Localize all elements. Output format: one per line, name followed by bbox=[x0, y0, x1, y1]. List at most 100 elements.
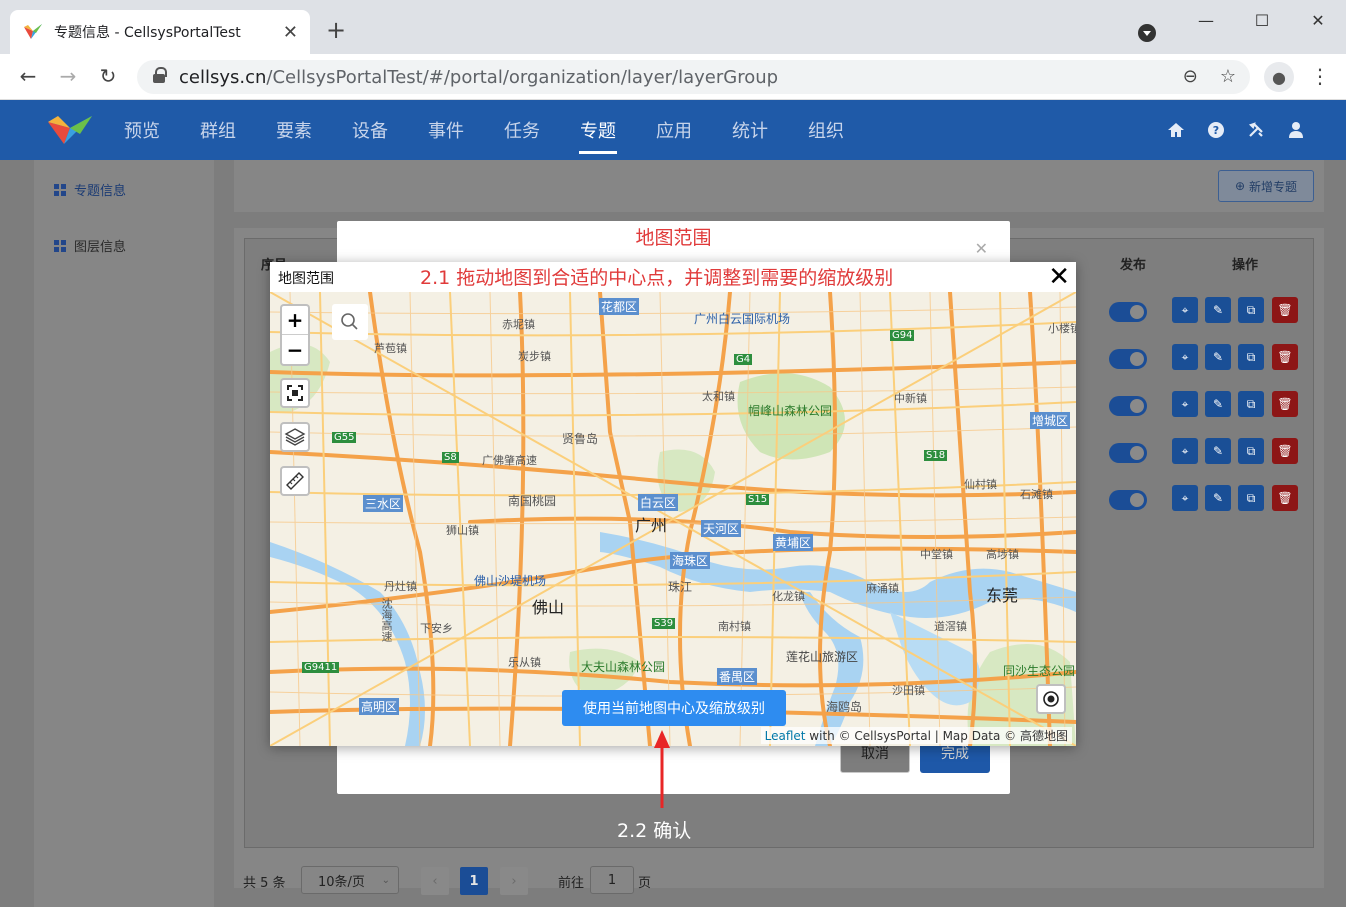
add-topic-button[interactable]: ⊕ 新增专题 bbox=[1218, 170, 1314, 202]
map-tiles[interactable] bbox=[270, 292, 1076, 746]
map-road-g55: G55 bbox=[332, 432, 357, 443]
map-label-guangfo: 广佛肇高速 bbox=[482, 454, 537, 467]
edit-icon[interactable]: ✎ bbox=[1205, 438, 1231, 464]
app-header: 预览 群组 要素 设备 事件 任务 专题 应用 统计 组织 ? bbox=[0, 100, 1346, 160]
publish-toggle[interactable] bbox=[1109, 396, 1147, 416]
annotation-step-2: 2.2 确认 bbox=[617, 820, 692, 842]
map-canvas[interactable]: 广州 佛山 东莞 白云区 天河区 海珠区 黄埔区 番禺区 三水区 高明区 花都区… bbox=[270, 292, 1076, 746]
nav-features[interactable]: 要素 bbox=[256, 100, 332, 160]
copy-icon[interactable]: ⧉ bbox=[1238, 485, 1264, 511]
nav-devices[interactable]: 设备 bbox=[332, 100, 408, 160]
prev-page-button[interactable]: ‹ bbox=[421, 867, 449, 895]
map-edit-icon[interactable]: ⌖ bbox=[1172, 297, 1198, 323]
publish-toggle[interactable] bbox=[1109, 302, 1147, 322]
nav-preview[interactable]: 预览 bbox=[104, 100, 180, 160]
layers-button[interactable] bbox=[280, 422, 310, 452]
edit-icon[interactable]: ✎ bbox=[1205, 344, 1231, 370]
browser-tab[interactable]: 专题信息 - CellsysPortalTest ✕ bbox=[10, 10, 310, 54]
window-controls: — ☐ ✕ bbox=[1178, 0, 1346, 40]
delete-icon[interactable]: 🗑 bbox=[1272, 297, 1298, 323]
zoom-out-button[interactable]: − bbox=[282, 335, 308, 364]
publish-toggle[interactable] bbox=[1109, 490, 1147, 510]
forward-icon[interactable]: → bbox=[56, 64, 80, 88]
sidebar: 专题信息 图层信息 bbox=[34, 160, 214, 907]
measure-button[interactable] bbox=[280, 466, 310, 496]
map-label-daojiao: 道滘镇 bbox=[934, 620, 967, 633]
col-publish: 发布 bbox=[1119, 257, 1146, 273]
map-label-nanguo: 南国桃园 bbox=[508, 494, 557, 508]
main-nav: 预览 群组 要素 设备 事件 任务 专题 应用 统计 组织 bbox=[104, 100, 864, 160]
edit-icon[interactable]: ✎ bbox=[1205, 485, 1231, 511]
use-current-center-button[interactable]: 使用当前地图中心及缩放级别 bbox=[562, 690, 786, 726]
copy-icon[interactable]: ⧉ bbox=[1238, 391, 1264, 417]
back-icon[interactable]: ← bbox=[16, 64, 40, 88]
map-attribution: Leaflet with © CellsysPortal | Map Data … bbox=[760, 727, 1072, 744]
fullscreen-button[interactable] bbox=[280, 378, 310, 408]
maximize-icon[interactable]: ☐ bbox=[1234, 0, 1290, 40]
map-dialog-title: 地图范围 bbox=[278, 271, 334, 287]
minimize-icon[interactable]: — bbox=[1178, 0, 1234, 40]
sidebar-item-topic-info[interactable]: 专题信息 bbox=[54, 180, 126, 199]
nav-organization[interactable]: 组织 bbox=[788, 100, 864, 160]
nav-topics[interactable]: 专题 bbox=[560, 100, 636, 160]
map-label-park-maofeng: 帽峰山森林公园 bbox=[748, 404, 833, 418]
zoom-in-button[interactable]: + bbox=[282, 306, 308, 335]
edit-icon[interactable]: ✎ bbox=[1205, 297, 1231, 323]
tools-icon[interactable] bbox=[1246, 120, 1266, 140]
map-label-tongsha: 同沙生态公园 bbox=[1003, 664, 1076, 678]
nav-groups[interactable]: 群组 bbox=[180, 100, 256, 160]
copy-icon[interactable]: ⧉ bbox=[1238, 297, 1264, 323]
map-label-hualong: 化龙镇 bbox=[772, 590, 805, 603]
annotation-step-1: 2.1 拖动地图到合适的中心点，并调整到需要的缩放级别 bbox=[420, 267, 894, 289]
copy-icon[interactable]: ⧉ bbox=[1238, 438, 1264, 464]
map-label-dongguan: 东莞 bbox=[986, 586, 1019, 605]
edit-icon[interactable]: ✎ bbox=[1205, 391, 1231, 417]
help-icon[interactable]: ? bbox=[1206, 120, 1226, 140]
delete-icon[interactable]: 🗑 bbox=[1272, 485, 1298, 511]
sidebar-item-layer-info[interactable]: 图层信息 bbox=[54, 236, 126, 255]
bookmark-star-icon[interactable]: ☆ bbox=[1220, 66, 1236, 87]
map-edit-icon[interactable]: ⌖ bbox=[1172, 344, 1198, 370]
publish-toggle[interactable] bbox=[1109, 443, 1147, 463]
page-size-select[interactable]: 10条/页 ⌄ bbox=[301, 866, 399, 894]
nav-tasks[interactable]: 任务 bbox=[484, 100, 560, 160]
window-close-icon[interactable]: ✕ bbox=[1290, 0, 1346, 40]
publish-toggle[interactable] bbox=[1109, 349, 1147, 369]
delete-icon[interactable]: 🗑 bbox=[1272, 438, 1298, 464]
nav-apps[interactable]: 应用 bbox=[636, 100, 712, 160]
goto-page-input[interactable]: 1 bbox=[590, 866, 634, 894]
browser-menu-icon[interactable]: ⋮ bbox=[1310, 64, 1330, 88]
copy-icon[interactable]: ⧉ bbox=[1238, 344, 1264, 370]
sidebar-item-label: 图层信息 bbox=[74, 240, 127, 255]
next-page-button[interactable]: › bbox=[500, 867, 528, 895]
new-tab-button[interactable]: + bbox=[326, 18, 346, 42]
home-icon[interactable] bbox=[1166, 120, 1186, 140]
delete-icon[interactable]: 🗑 bbox=[1272, 344, 1298, 370]
address-bar[interactable]: cellsys.cn/CellsysPortalTest/#/portal/or… bbox=[137, 60, 1250, 94]
map-edit-icon[interactable]: ⌖ bbox=[1172, 391, 1198, 417]
delete-icon[interactable]: 🗑 bbox=[1272, 391, 1298, 417]
leaflet-link[interactable]: Leaflet bbox=[765, 729, 806, 743]
map-label-shishan: 狮山镇 bbox=[446, 524, 479, 537]
map-label-zhongtang: 中堂镇 bbox=[920, 548, 953, 561]
modal-close-icon[interactable]: ✕ bbox=[975, 239, 988, 258]
locate-button[interactable] bbox=[1036, 684, 1066, 714]
tab-close-icon[interactable]: ✕ bbox=[283, 22, 298, 43]
url-path: /CellsysPortalTest/#/portal/organization… bbox=[266, 66, 779, 88]
map-close-icon[interactable]: ✕ bbox=[1048, 264, 1070, 290]
col-actions: 操作 bbox=[1231, 257, 1258, 273]
reload-icon[interactable]: ↻ bbox=[96, 64, 120, 88]
map-label-xianlu: 贤鲁岛 bbox=[562, 432, 599, 446]
map-search-button[interactable] bbox=[332, 304, 368, 340]
map-label-haizhu: 海珠区 bbox=[670, 552, 711, 569]
map-edit-icon[interactable]: ⌖ bbox=[1172, 485, 1198, 511]
user-icon[interactable] bbox=[1286, 120, 1306, 140]
tab-search-icon[interactable] bbox=[1138, 24, 1156, 42]
profile-avatar-icon[interactable]: ● bbox=[1264, 62, 1294, 92]
nav-events[interactable]: 事件 bbox=[408, 100, 484, 160]
nav-statistics[interactable]: 统计 bbox=[712, 100, 788, 160]
app-logo[interactable] bbox=[44, 110, 96, 150]
page-number-current[interactable]: 1 bbox=[460, 867, 488, 895]
map-edit-icon[interactable]: ⌖ bbox=[1172, 438, 1198, 464]
zoom-icon[interactable]: ⊖ bbox=[1183, 66, 1198, 87]
